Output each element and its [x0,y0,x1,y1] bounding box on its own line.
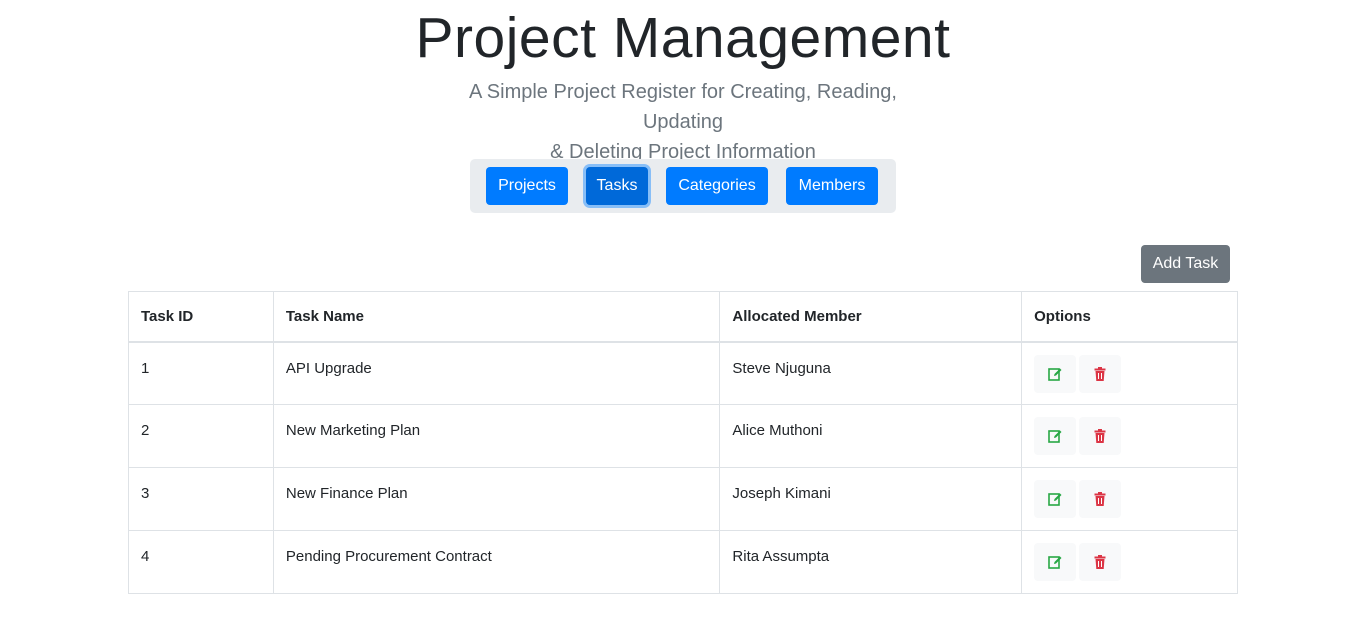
delete-button[interactable] [1079,543,1122,581]
edit-icon [1047,430,1063,448]
table-row: 3 New Finance Plan Joseph Kimani [128,467,1238,531]
trash-icon-svg [1094,429,1106,443]
column-header-task-name: Task Name [272,291,721,343]
edit-icon [1047,367,1063,386]
nav-categories-button[interactable]: Categories [666,167,768,205]
column-header-allocated-member: Allocated Member [719,291,1023,343]
task-id-cell: 2 [128,404,274,468]
edit-button[interactable] [1034,480,1077,518]
allocated-member-cell: Alice Muthoni [719,404,1023,468]
trash-icon [1092,492,1108,511]
task-id-cell: 4 [128,530,274,594]
page-title: Project Management [415,6,951,70]
edit-button[interactable] [1034,354,1077,393]
allocated-member-cell: Steve Njuguna [719,341,1023,405]
trash-icon [1092,366,1108,386]
options-cell [1021,341,1238,405]
table-header-row: Task ID Task Name Allocated Member Optio… [128,291,1238,343]
trash-icon-svg [1094,492,1106,506]
edit-icon-svg [1048,556,1062,569]
column-header-task-id: Task ID [128,291,274,343]
task-id-cell: 3 [128,467,274,531]
edit-button[interactable] [1034,417,1077,455]
table-row: 1 API Upgrade Steve Njuguna [128,341,1238,405]
options-cell [1021,404,1238,468]
edit-icon-svg [1048,367,1062,381]
task-name-cell: New Marketing Plan [272,404,721,468]
delete-button[interactable] [1079,354,1122,393]
edit-icon-svg [1048,493,1062,506]
task-id-cell: 1 [128,341,274,405]
edit-icon [1047,556,1063,574]
trash-icon [1092,429,1108,448]
nav-members-button[interactable]: Members [786,167,878,205]
nav-tasks-button[interactable]: Tasks [586,167,648,205]
task-name-cell: New Finance Plan [272,467,721,531]
delete-button[interactable] [1079,480,1122,518]
trash-icon-svg [1094,555,1106,569]
nav-bar: Projects Tasks Categories Members [470,159,896,213]
edit-button[interactable] [1034,543,1077,581]
options-cell [1021,530,1238,594]
subtitle-line-1: A Simple Project Register for Creating, … [469,81,897,133]
trash-icon-svg [1094,366,1106,381]
page-subtitle: A Simple Project Register for Creating, … [433,77,933,167]
task-name-cell: Pending Procurement Contract [272,530,721,594]
tasks-table: Task ID Task Name Allocated Member Optio… [128,291,1238,594]
allocated-member-cell: Joseph Kimani [719,467,1023,531]
edit-icon [1047,493,1063,511]
trash-icon [1092,555,1108,574]
task-name-cell: API Upgrade [272,341,721,405]
allocated-member-cell: Rita Assumpta [719,530,1023,594]
options-cell [1021,467,1238,531]
column-header-options: Options [1021,291,1238,343]
table-row: 2 New Marketing Plan Alice Muthoni [128,404,1238,468]
edit-icon-svg [1048,430,1062,443]
table-row: 4 Pending Procurement Contract Rita Assump… [128,530,1238,594]
delete-button[interactable] [1079,417,1122,455]
nav-projects-button[interactable]: Projects [486,167,568,205]
add-task-button[interactable]: Add Task [1141,245,1230,283]
